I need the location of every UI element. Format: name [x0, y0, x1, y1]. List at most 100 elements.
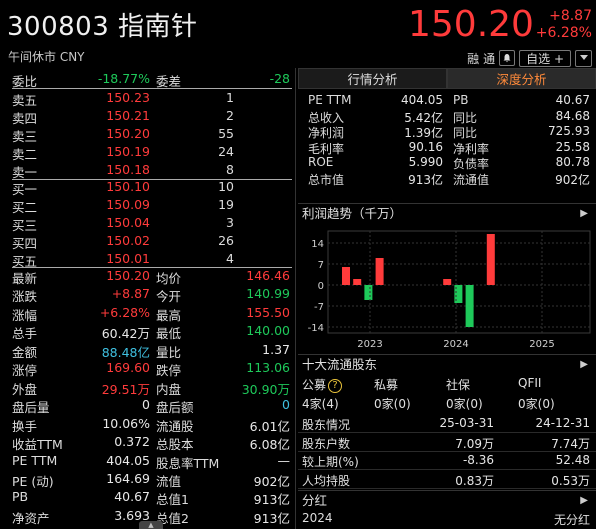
fundamental-label: 同比 — [453, 126, 478, 140]
quote-value: 140.99 — [246, 286, 290, 302]
quote-label: PB — [12, 489, 29, 505]
holder-cat-label: 公募? — [302, 376, 343, 393]
weicha-value: -28 — [269, 71, 290, 86]
header-toolbar: 融 通 自选 + — [467, 49, 592, 67]
bid-row: 买五 150.01 4 — [0, 250, 296, 269]
holder-stat-row: 股东情况 25-03-31 24-12-31 — [298, 415, 596, 433]
fundamental-row: 毛利率 90.16 净利率 25.58 — [298, 140, 596, 156]
fundamental-value: 90.16 — [408, 139, 443, 154]
bid-row: 买一 150.10 10 — [0, 178, 296, 197]
holder-cat-count: 0家(0) — [518, 397, 555, 411]
ask-price: 150.20 — [106, 126, 150, 142]
fundamental-value: 5.990 — [408, 155, 443, 169]
ask-price: 150.19 — [106, 144, 150, 160]
expand-arrow-icon[interactable]: ▲ — [139, 521, 163, 529]
quote-row: PE (动) 164.69 流值 902亿 — [0, 470, 296, 489]
holders-header[interactable]: 十大流通股东 ▶ — [298, 354, 596, 374]
chevron-right-icon[interactable]: ▶ — [580, 204, 588, 224]
connect-label[interactable]: 通 — [483, 50, 495, 67]
holders-title: 十大流通股东 — [302, 357, 378, 372]
fundamental-label: 净利润 — [308, 126, 345, 140]
quote-row: 金额 88.48亿 量比 1.37 — [0, 341, 296, 360]
quote-label: 流通股 — [156, 418, 194, 434]
profit-bar — [465, 285, 474, 327]
quote-value: 140.00 — [246, 323, 290, 339]
quote-row: 涨幅 +6.28% 最高 155.50 — [0, 304, 296, 323]
fundamental-label: ROE — [308, 155, 334, 169]
help-icon[interactable]: ? — [328, 378, 343, 393]
y-tick-label: 14 — [311, 239, 324, 250]
dividend-year: 2024 — [302, 511, 333, 525]
dividend-header[interactable]: 分红 ▶ — [298, 490, 596, 510]
holder-stat-label: 股东户数 — [302, 436, 351, 451]
holder-stat-label: 较上期(%) — [302, 455, 359, 469]
bid-price: 150.09 — [106, 197, 150, 213]
fundamental-value: 84.68 — [555, 108, 590, 123]
profit-trend-header[interactable]: 利润趋势（千万） ▶ — [298, 203, 596, 223]
fundamental-label: PB — [453, 93, 469, 107]
quote-label: 总股本 — [156, 437, 194, 453]
quote-value: 169.60 — [106, 360, 150, 376]
bell-icon[interactable] — [499, 50, 516, 66]
dividend-value: 无分红 — [553, 513, 590, 527]
quote-row: 最新 150.20 均价 146.46 — [0, 267, 296, 286]
holder-stat-row: 较上期(%) -8.36 52.48 — [298, 452, 596, 470]
bid-qty: 26 — [218, 233, 234, 249]
quote-label: 最高 — [156, 307, 182, 323]
quote-label: 涨跌 — [12, 289, 38, 305]
holder-cat-label: QFII — [518, 376, 542, 390]
profit-bar — [364, 285, 373, 300]
ask-row: 卖四 150.21 2 — [0, 107, 296, 126]
margin-trading-label[interactable]: 融 — [467, 50, 479, 67]
holder-stat-row: 人均持股 0.83万 0.53万 — [298, 471, 596, 489]
quote-label: 外盘 — [12, 381, 38, 397]
fundamental-value: 404.05 — [401, 93, 443, 107]
bid-qty: 19 — [218, 197, 234, 213]
bid-qty: 10 — [218, 179, 234, 194]
quote-label: 均价 — [156, 271, 182, 286]
ask-row: 卖五 150.23 1 — [0, 89, 296, 108]
bid-qty: 4 — [226, 251, 234, 267]
dividend-title: 分红 — [302, 493, 328, 508]
quote-row: PE TTM 404.05 股息率TTM — — [0, 452, 296, 471]
quote-value: 30.90万 — [241, 381, 290, 397]
fundamental-value: 25.58 — [555, 139, 590, 154]
quote-label: 盘后量 — [12, 400, 50, 416]
fundamental-label: 总市值 — [308, 172, 345, 187]
chevron-right-icon[interactable]: ▶ — [580, 491, 588, 511]
quote-label: 量比 — [156, 344, 182, 360]
fundamental-row: 净利润 1.39亿 同比 725.93 — [298, 124, 596, 140]
tab-deep-analysis[interactable]: 深度分析 — [447, 68, 596, 89]
tab-market-analysis[interactable]: 行情分析 — [298, 68, 447, 89]
holder-stat-value: -8.36 — [462, 453, 494, 467]
chevron-down-icon[interactable] — [575, 49, 592, 67]
quote-label: 今开 — [156, 289, 182, 305]
bid-price: 150.04 — [106, 215, 150, 231]
holder-cat-label: 社保 — [446, 378, 471, 392]
fundamental-label: 流通值 — [453, 172, 490, 187]
fundamental-value: 40.67 — [555, 93, 590, 107]
analysis-panel: 行情分析 深度分析 PE TTM 404.05 PB 40.67 总收入 5.42亿 同比 8… — [298, 68, 596, 529]
holder-stat-value: 0.53万 — [551, 473, 590, 488]
profit-bar — [486, 234, 495, 285]
ask-price: 150.18 — [106, 162, 150, 178]
bid-price: 150.02 — [106, 233, 150, 249]
fundamental-row: ROE 5.990 负债率 80.78 — [298, 155, 596, 171]
quote-value: 146.46 — [246, 268, 290, 283]
quote-value: 1.37 — [262, 341, 290, 357]
quote-row: PB 40.67 总值1 913亿 — [0, 488, 296, 507]
holder-cat-count: 0家(0) — [374, 397, 411, 411]
quote-value: 404.05 — [106, 452, 150, 468]
chevron-right-icon[interactable]: ▶ — [580, 355, 588, 375]
quote-label: 涨停 — [12, 363, 38, 379]
fundamental-value: 913亿 — [408, 172, 443, 187]
fundamental-row: 总市值 913亿 流通值 902亿 — [298, 171, 596, 187]
bid-qty: 3 — [226, 215, 234, 231]
quote-value: 113.06 — [246, 360, 290, 376]
holder-stat-value: 52.48 — [555, 453, 590, 467]
change-amount: +8.87 — [549, 8, 592, 24]
x-tick-label: 2024 — [443, 339, 468, 350]
add-watchlist-button[interactable]: 自选 + — [519, 49, 571, 67]
holder-stat-label: 股东情况 — [302, 418, 351, 432]
fundamental-row: PE TTM 404.05 PB 40.67 — [298, 93, 596, 109]
